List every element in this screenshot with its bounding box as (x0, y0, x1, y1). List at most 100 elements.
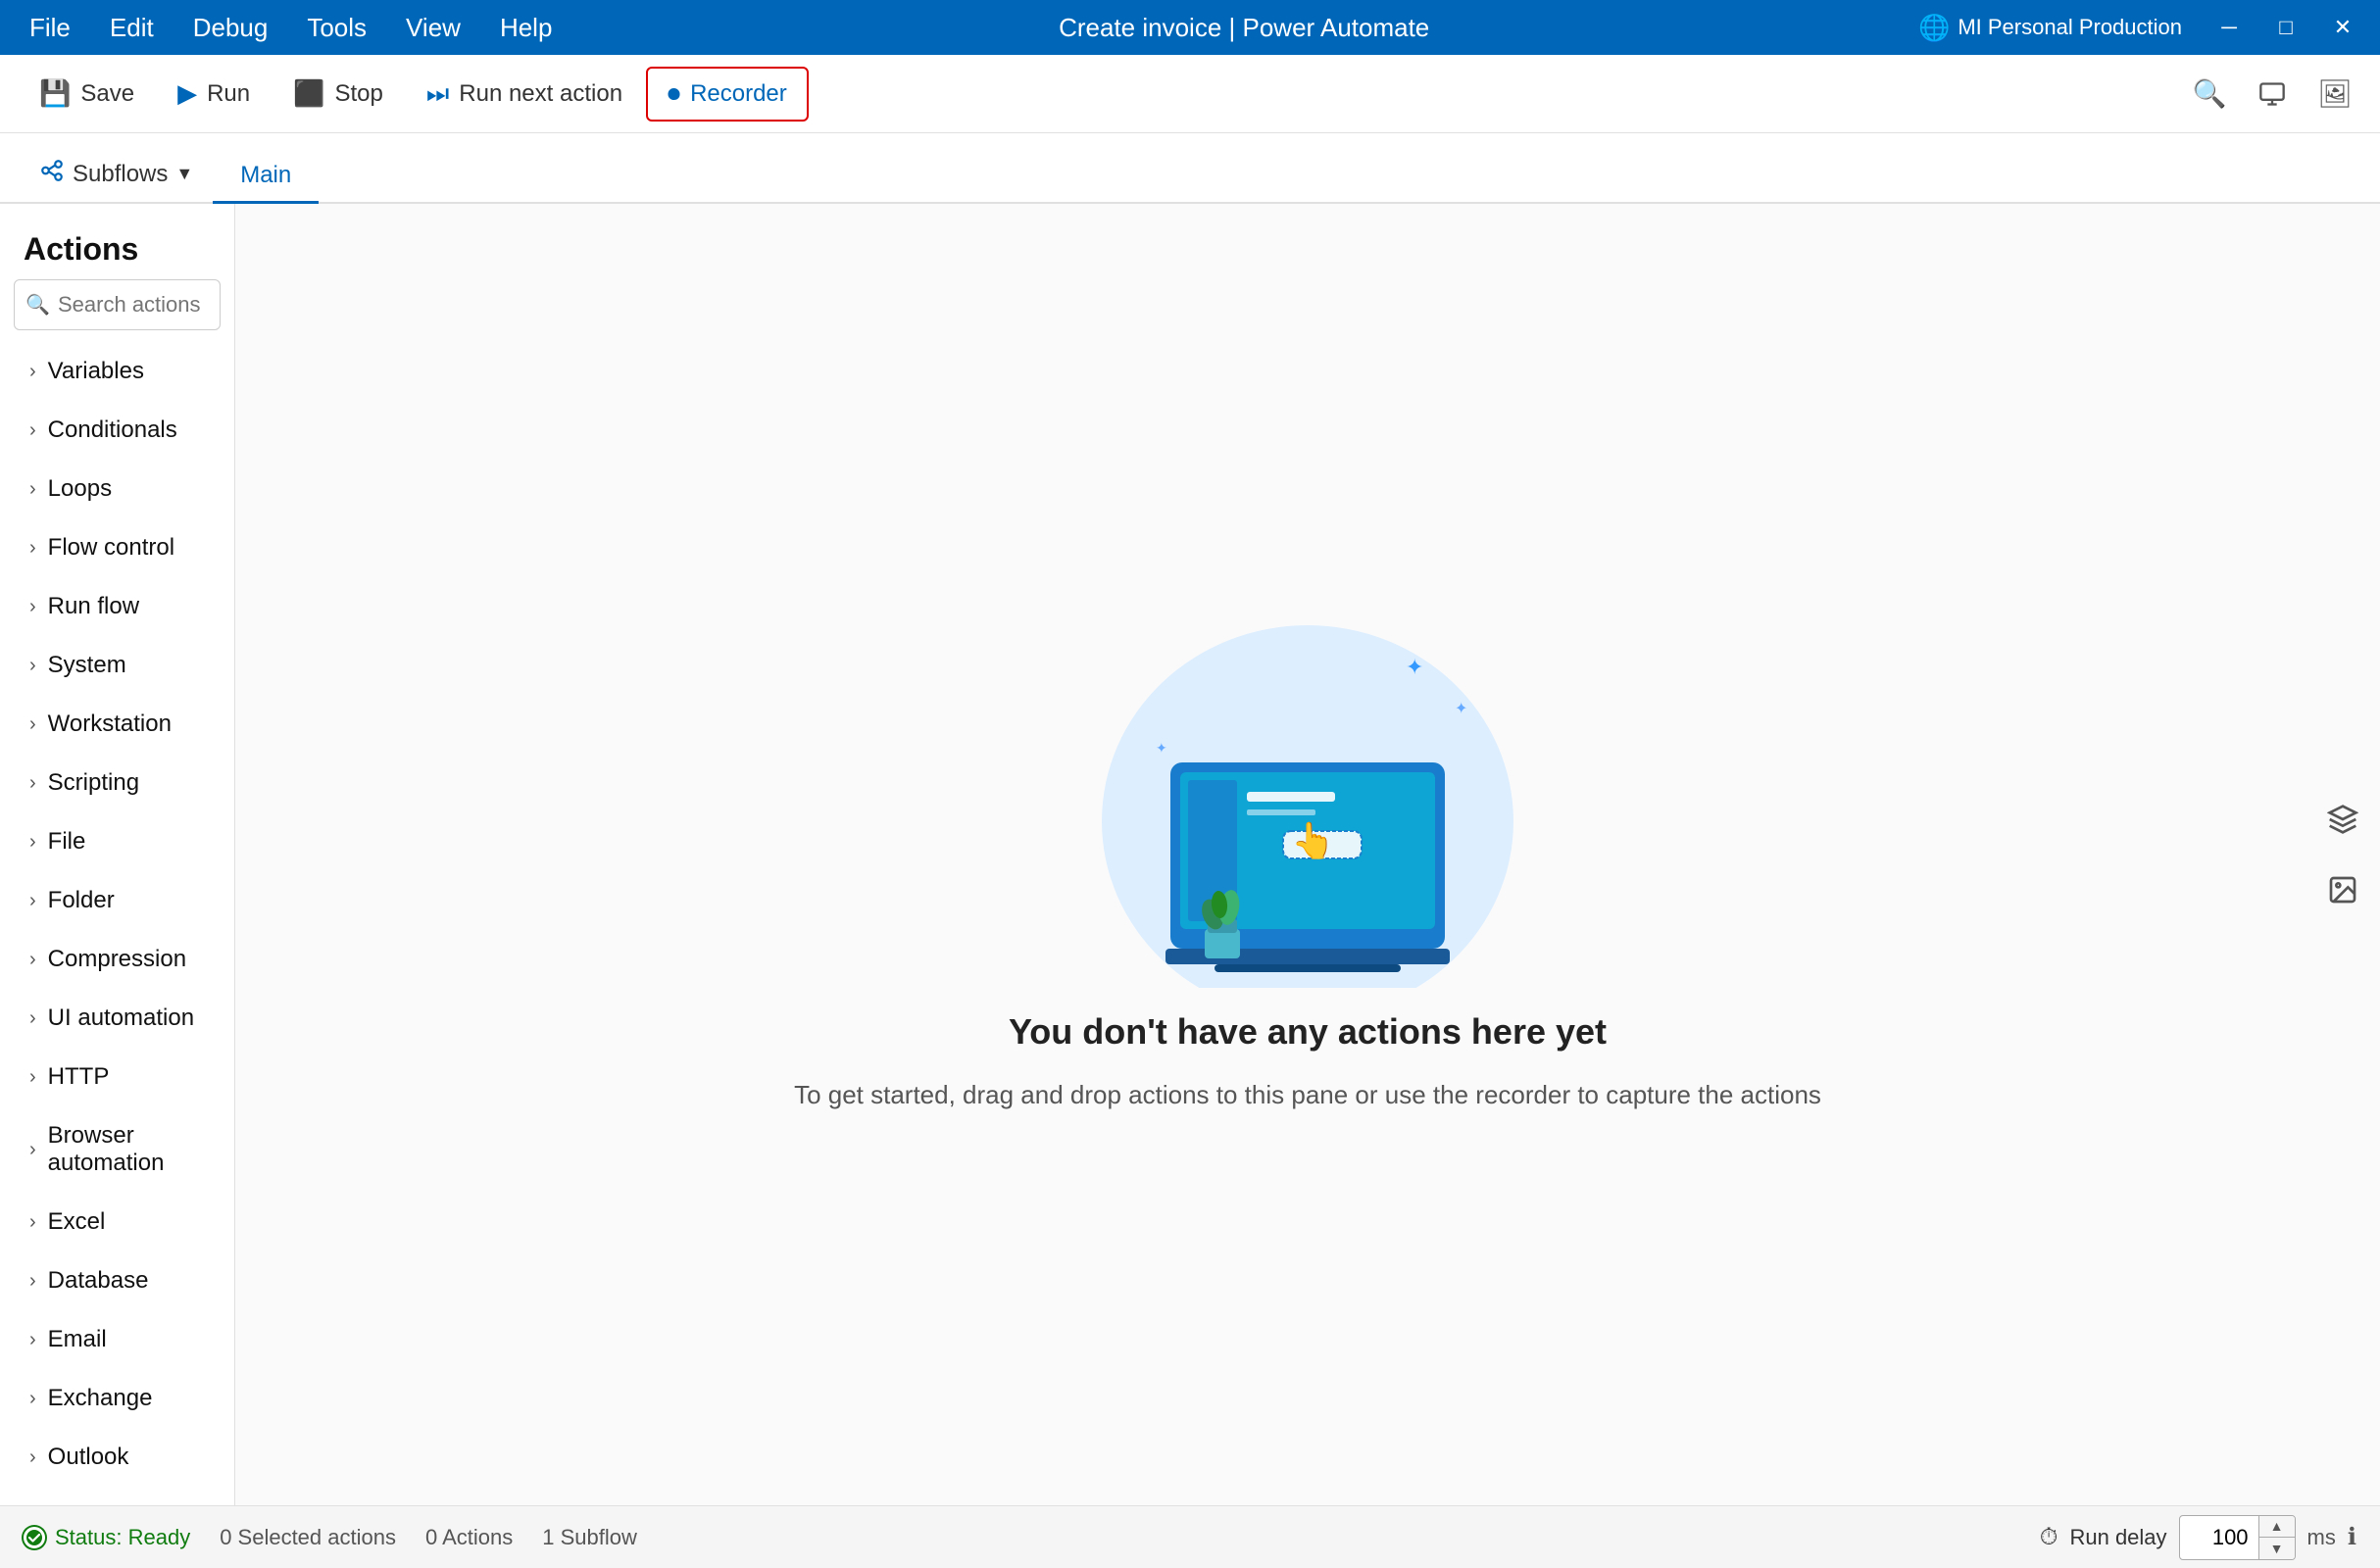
save-button[interactable]: 💾 Save (20, 69, 154, 119)
info-icon[interactable]: ℹ (2348, 1523, 2356, 1551)
chevron-icon: › (29, 1388, 36, 1410)
status-ready: Status: Ready (24, 1525, 190, 1550)
run-icon: ▶ (177, 78, 197, 109)
run-label: Run (207, 80, 250, 108)
chevron-icon: › (29, 1270, 36, 1293)
menu-debug[interactable]: Debug (175, 7, 286, 49)
sidebar-item-browser-automation[interactable]: › Browser automation (6, 1106, 228, 1193)
menu-help[interactable]: Help (482, 7, 570, 49)
chevron-icon: › (29, 890, 36, 912)
empty-state-subtitle: To get started, drag and drop actions to… (794, 1076, 1821, 1114)
sidebar-item-outlook[interactable]: › Outlook (6, 1428, 228, 1487)
sidebar-item-ui-automation[interactable]: › UI automation (6, 989, 228, 1048)
sidebar-item-label: Compression (48, 946, 186, 973)
sidebar-item-label: Folder (48, 887, 115, 914)
subflows-button[interactable]: Subflows ▼ (20, 146, 213, 202)
sidebar-item-flow-control[interactable]: › Flow control (6, 518, 228, 577)
sidebar: Actions 🔍 › Variables › Conditionals › L… (0, 204, 235, 1505)
close-button[interactable]: ✕ (2317, 8, 2368, 47)
image-side-button[interactable] (2313, 860, 2372, 919)
chevron-icon: › (29, 537, 36, 560)
status-dot-icon (24, 1527, 45, 1548)
svg-text:✦: ✦ (1406, 655, 1423, 679)
sidebar-list: › Variables › Conditionals › Loops › Flo… (0, 342, 234, 1505)
chevron-icon: › (29, 419, 36, 442)
chevron-icon: › (29, 1446, 36, 1469)
stop-label: Stop (334, 80, 382, 108)
run-delay-decrement[interactable]: ▼ (2259, 1538, 2295, 1559)
chevron-icon: › (29, 949, 36, 971)
sidebar-item-label: Scripting (48, 769, 139, 797)
sidebar-item-workstation[interactable]: › Workstation (6, 695, 228, 754)
run-next-action-button[interactable]: ⏭ Run next action (407, 69, 642, 120)
run-next-label: Run next action (459, 80, 622, 108)
title-bar: File Edit Debug Tools View Help Create i… (0, 0, 2380, 55)
empty-illustration: ✦ ✦ ✦ ✦ ✦ 👆 (1053, 596, 1562, 988)
sidebar-item-label: UI automation (48, 1004, 194, 1032)
chevron-icon: › (29, 655, 36, 677)
sidebar-item-file[interactable]: › File (6, 812, 228, 871)
run-delay-spinners: ▲ ▼ (2258, 1516, 2295, 1559)
chevron-icon: › (29, 772, 36, 795)
sidebar-item-http[interactable]: › HTTP (6, 1048, 228, 1106)
sidebar-item-label: Run flow (48, 593, 139, 620)
selected-actions-count: 0 Selected actions (220, 1525, 396, 1550)
save-icon: 💾 (39, 78, 71, 109)
sidebar-item-message-boxes[interactable]: › Message boxes (6, 1487, 228, 1505)
sidebar-item-excel[interactable]: › Excel (6, 1193, 228, 1251)
chevron-icon: › (29, 1329, 36, 1351)
sidebar-item-database[interactable]: › Database (6, 1251, 228, 1310)
menu-edit[interactable]: Edit (92, 7, 172, 49)
chevron-icon: › (29, 1211, 36, 1234)
sidebar-item-exchange[interactable]: › Exchange (6, 1369, 228, 1428)
minimize-button[interactable]: ─ (2204, 8, 2255, 47)
subflows-chevron-icon: ▼ (175, 164, 193, 184)
sidebar-item-compression[interactable]: › Compression (6, 930, 228, 989)
svg-text:✦: ✦ (1156, 740, 1167, 756)
menu-file[interactable]: File (12, 7, 88, 49)
canvas-side-panel (2306, 778, 2380, 931)
sidebar-item-variables[interactable]: › Variables (6, 342, 228, 401)
search-toolbar-button[interactable]: 🔍 (2184, 69, 2235, 120)
sidebar-item-label: HTTP (48, 1063, 110, 1091)
menu-view[interactable]: View (388, 7, 478, 49)
svg-text:✦: ✦ (1455, 701, 1467, 717)
image-button[interactable]: 🖼 (2309, 69, 2360, 120)
menu-bar: File Edit Debug Tools View Help (12, 7, 570, 49)
status-bar: Status: Ready 0 Selected actions 0 Actio… (0, 1505, 2380, 1568)
stop-icon: ⬛ (293, 78, 324, 109)
menu-tools[interactable]: Tools (289, 7, 384, 49)
maximize-button[interactable]: □ (2260, 8, 2311, 47)
sidebar-item-scripting[interactable]: › Scripting (6, 754, 228, 812)
sidebar-item-label: Loops (48, 475, 112, 503)
search-container: 🔍 (14, 279, 221, 330)
chevron-icon: › (29, 478, 36, 501)
window-controls: 🌐 MI Personal Production ─ □ ✕ (1918, 8, 2368, 47)
sidebar-item-conditionals[interactable]: › Conditionals (6, 401, 228, 460)
chevron-icon: › (29, 713, 36, 736)
sidebar-item-run-flow[interactable]: › Run flow (6, 577, 228, 636)
user-name: MI Personal Production (1958, 15, 2182, 40)
main-content: Actions 🔍 › Variables › Conditionals › L… (0, 204, 2380, 1505)
sidebar-item-label: Variables (48, 358, 144, 385)
stop-button[interactable]: ⬛ Stop (273, 69, 403, 119)
actions-count: 0 Actions (425, 1525, 513, 1550)
sidebar-item-folder[interactable]: › Folder (6, 871, 228, 930)
layers-button[interactable] (2313, 790, 2372, 849)
tab-main[interactable]: Main (213, 150, 319, 204)
save-label: Save (80, 80, 134, 108)
run-delay-increment[interactable]: ▲ (2259, 1516, 2295, 1538)
recorder-button[interactable]: ⏺ Recorder (646, 67, 809, 122)
variables-panel-button[interactable] (2247, 69, 2298, 120)
chevron-icon: › (29, 1139, 36, 1161)
toolbar: 💾 Save ▶ Run ⬛ Stop ⏭ Run next action ⏺ … (0, 55, 2380, 133)
run-delay-label: Run delay (2069, 1525, 2166, 1550)
sidebar-item-system[interactable]: › System (6, 636, 228, 695)
chevron-icon: › (29, 1066, 36, 1089)
subflows-label: Subflows (73, 161, 168, 188)
run-button[interactable]: ▶ Run (158, 69, 270, 119)
recorder-label: Recorder (690, 80, 787, 108)
sidebar-item-email[interactable]: › Email (6, 1310, 228, 1369)
sidebar-item-loops[interactable]: › Loops (6, 460, 228, 518)
run-delay-input[interactable] (2180, 1519, 2258, 1556)
